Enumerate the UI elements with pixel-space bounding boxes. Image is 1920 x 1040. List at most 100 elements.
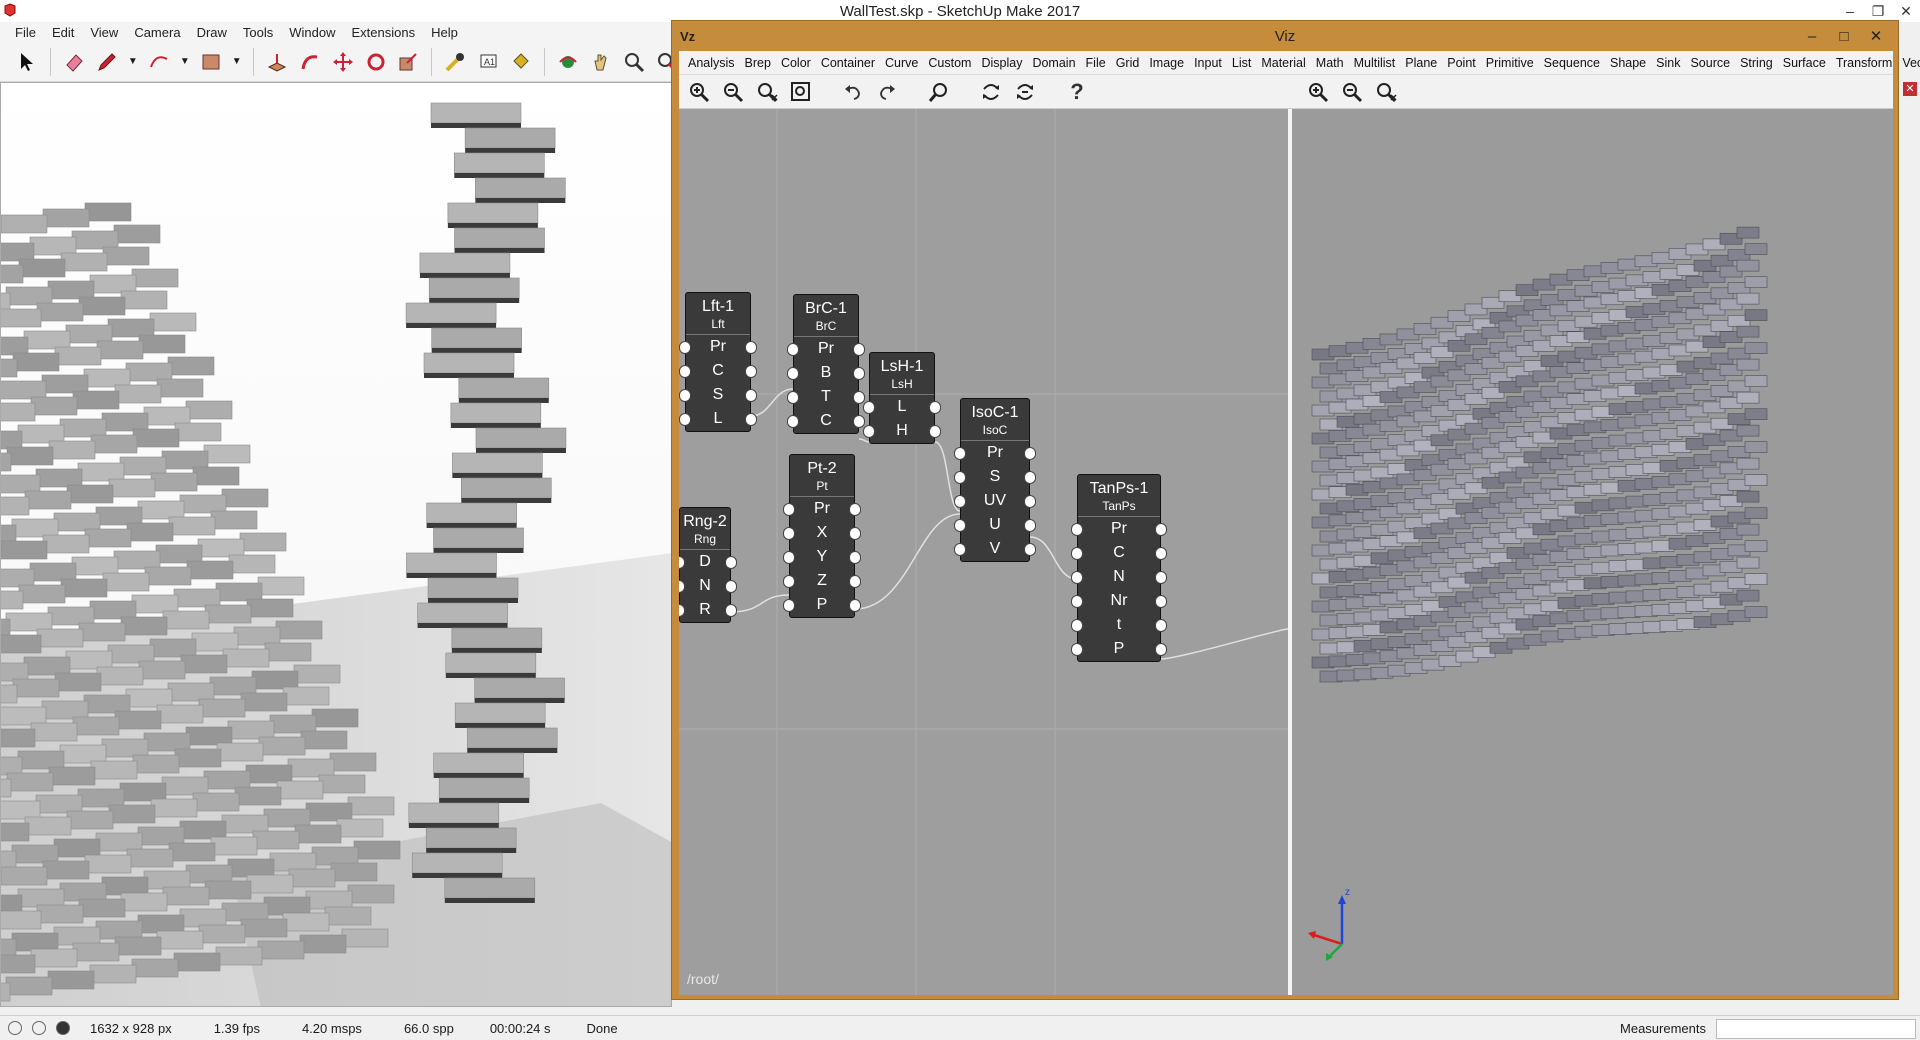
output-pin[interactable] — [1155, 571, 1167, 584]
output-pin[interactable] — [853, 343, 865, 356]
output-pin[interactable] — [849, 599, 861, 612]
move-icon[interactable] — [330, 48, 356, 76]
input-pin[interactable] — [783, 527, 795, 540]
output-pin[interactable] — [1024, 495, 1036, 508]
input-pin[interactable] — [954, 543, 966, 556]
dropdown-arrow-icon[interactable]: ▼ — [127, 48, 139, 76]
close-icon[interactable]: ✕ — [1892, 0, 1920, 22]
output-pin[interactable] — [1155, 523, 1167, 536]
refresh-all-icon[interactable] — [1011, 78, 1039, 106]
menu-camera[interactable]: Camera — [127, 25, 189, 40]
viz-menu-image[interactable]: Image — [1144, 56, 1189, 70]
viz-menu-sequence[interactable]: Sequence — [1539, 56, 1605, 70]
input-pin[interactable] — [679, 389, 691, 402]
input-pin[interactable] — [1071, 571, 1083, 584]
viz-minimize-icon[interactable]: – — [1796, 21, 1828, 51]
viz-menu-brep[interactable]: Brep — [740, 56, 776, 70]
node-graph-canvas[interactable]: Lft-1 Lft Pr C S L BrC-1 BrC Pr B T C LsH-1 LsH L H IsoC… — [679, 109, 1288, 995]
input-pin[interactable] — [1071, 595, 1083, 608]
arc-icon[interactable] — [146, 48, 172, 76]
text-icon[interactable]: A1 — [475, 48, 501, 76]
viz-close-icon[interactable]: ✕ — [1860, 21, 1892, 51]
menu-extensions[interactable]: Extensions — [345, 25, 425, 40]
viz-menu-transform[interactable]: Transform — [1831, 56, 1898, 70]
viz-menu-math[interactable]: Math — [1311, 56, 1349, 70]
input-pin[interactable] — [1071, 619, 1083, 632]
input-pin[interactable] — [1071, 523, 1083, 536]
scale-icon[interactable] — [395, 48, 421, 76]
help-icon[interactable]: ? — [1063, 78, 1091, 106]
viz-menu-curve[interactable]: Curve — [880, 56, 923, 70]
refresh-icon[interactable] — [977, 78, 1005, 106]
search-icon[interactable] — [925, 78, 953, 106]
output-pin[interactable] — [853, 391, 865, 404]
paint-bucket-icon[interactable] — [508, 48, 534, 76]
node-header[interactable]: TanPs-1 TanPs — [1078, 475, 1160, 517]
user-icon[interactable] — [56, 1021, 70, 1035]
output-pin[interactable] — [849, 575, 861, 588]
close-tray-icon[interactable]: ✕ — [1903, 82, 1917, 96]
measurements-input[interactable] — [1716, 1018, 1916, 1039]
render-zoom-out-icon[interactable] — [1338, 78, 1366, 106]
menu-help[interactable]: Help — [424, 25, 467, 40]
viz-menu-surface[interactable]: Surface — [1778, 56, 1831, 70]
rectangle-icon[interactable] — [198, 48, 224, 76]
geo-location-icon[interactable] — [8, 1021, 22, 1035]
viz-menu-domain[interactable]: Domain — [1027, 56, 1080, 70]
viz-menu-file[interactable]: File — [1081, 56, 1111, 70]
viz-3d-viewport[interactable]: z — [1292, 109, 1893, 995]
redo-icon[interactable] — [873, 78, 901, 106]
input-pin[interactable] — [679, 365, 691, 378]
zoom-out-icon[interactable] — [719, 78, 747, 106]
select-icon[interactable] — [14, 48, 40, 76]
viz-menu-multilist[interactable]: Multilist — [1349, 56, 1401, 70]
pencil-icon[interactable] — [94, 48, 120, 76]
viz-menu-string[interactable]: String — [1735, 56, 1778, 70]
output-pin[interactable] — [1155, 547, 1167, 560]
input-pin[interactable] — [679, 341, 691, 354]
graph-node-lsh-1[interactable]: LsH-1 LsH L H — [863, 352, 941, 444]
output-pin[interactable] — [849, 527, 861, 540]
pan-icon[interactable] — [588, 48, 614, 76]
menu-draw[interactable]: Draw — [190, 25, 236, 40]
menu-tools[interactable]: Tools — [236, 25, 282, 40]
input-pin[interactable] — [787, 343, 799, 356]
viz-menu-list[interactable]: List — [1227, 56, 1256, 70]
viz-menu-color[interactable]: Color — [776, 56, 816, 70]
viz-menu-input[interactable]: Input — [1189, 56, 1227, 70]
input-pin[interactable] — [954, 471, 966, 484]
output-pin[interactable] — [849, 503, 861, 516]
pushpull-icon[interactable] — [264, 48, 290, 76]
output-pin[interactable] — [725, 604, 737, 617]
viz-menu-sink[interactable]: Sink — [1651, 56, 1685, 70]
tape-measure-icon[interactable] — [442, 48, 468, 76]
vertical-scrollbar[interactable]: ✕ — [1900, 82, 1920, 1007]
zoom-in-icon[interactable] — [685, 78, 713, 106]
node-header[interactable]: Pt-2 Pt — [790, 455, 854, 497]
output-pin[interactable] — [1155, 643, 1167, 656]
menu-window[interactable]: Window — [282, 25, 344, 40]
viz-menu-source[interactable]: Source — [1685, 56, 1735, 70]
output-pin[interactable] — [929, 425, 941, 438]
dropdown-arrow-icon[interactable]: ▼ — [179, 48, 191, 76]
graph-node-rng-2[interactable]: Rng-2 Rng D N R — [679, 507, 737, 623]
viz-menu-shape[interactable]: Shape — [1605, 56, 1651, 70]
eraser-icon[interactable] — [61, 48, 87, 76]
zoom-fit-icon[interactable] — [787, 78, 815, 106]
output-pin[interactable] — [745, 365, 757, 378]
input-pin[interactable] — [783, 551, 795, 564]
undo-icon[interactable] — [839, 78, 867, 106]
viz-menu-primitive[interactable]: Primitive — [1481, 56, 1539, 70]
output-pin[interactable] — [745, 389, 757, 402]
output-pin[interactable] — [1024, 543, 1036, 556]
output-pin[interactable] — [1024, 447, 1036, 460]
input-pin[interactable] — [954, 519, 966, 532]
node-header[interactable]: Lft-1 Lft — [686, 293, 750, 335]
restore-icon[interactable]: ❐ — [1864, 0, 1892, 22]
output-pin[interactable] — [725, 556, 737, 569]
input-pin[interactable] — [1071, 643, 1083, 656]
viz-menu-point[interactable]: Point — [1442, 56, 1481, 70]
output-pin[interactable] — [853, 415, 865, 428]
input-pin[interactable] — [679, 556, 685, 569]
input-pin[interactable] — [679, 413, 691, 426]
